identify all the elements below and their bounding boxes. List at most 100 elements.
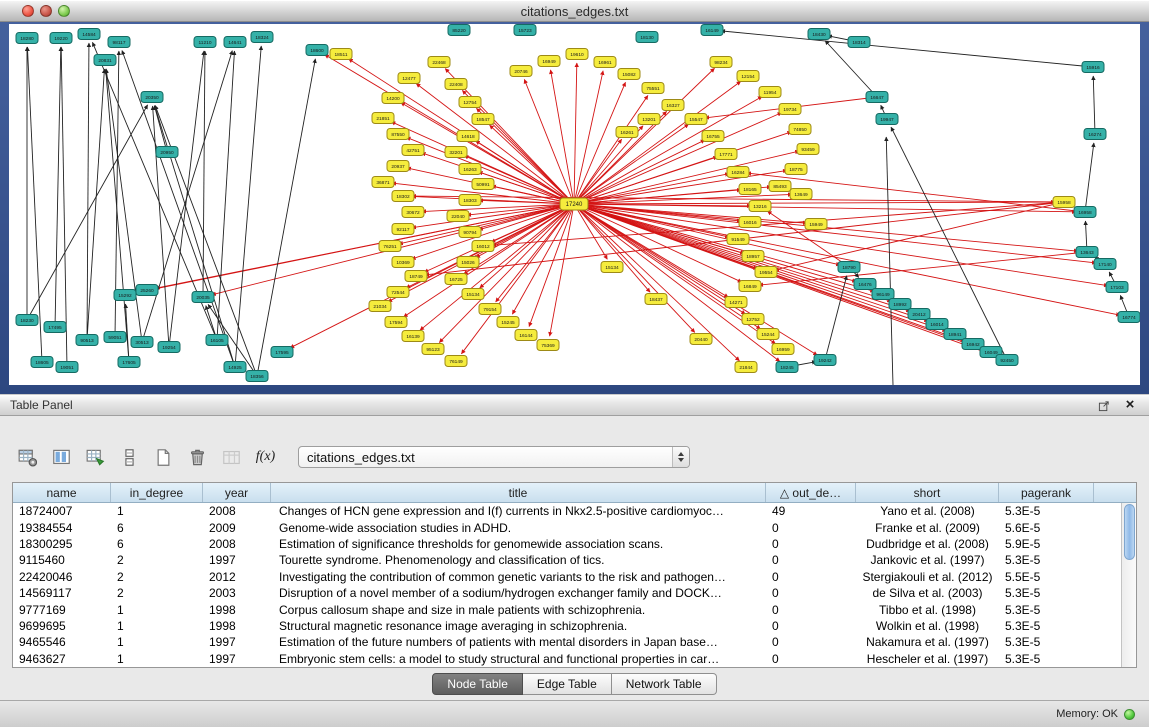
table-row[interactable]: 1872400712008Changes of HCN gene express… [13, 503, 1121, 519]
function-builder-button[interactable]: f(x) [252, 443, 279, 471]
network-node[interactable]: 11210 [194, 37, 216, 48]
table-row[interactable]: 2242004622012Investigating the contribut… [13, 569, 1121, 585]
network-node[interactable]: 19220 [50, 33, 72, 44]
network-node[interactable]: 18605 [31, 357, 53, 368]
network-node[interactable]: 18303 [459, 195, 481, 206]
network-node[interactable]: 20035 [192, 292, 214, 303]
scrollbar-thumb[interactable] [1124, 504, 1135, 560]
network-node[interactable]: 17771 [715, 149, 737, 160]
table-row[interactable]: 969969511998Structural magnetic resonanc… [13, 618, 1121, 634]
network-node[interactable]: 18992 [889, 299, 911, 310]
network-node[interactable]: 16016 [739, 217, 761, 228]
network-node[interactable]: 16139 [402, 331, 424, 342]
network-node[interactable]: 96149 [872, 289, 894, 300]
table-selector-combobox[interactable]: citations_edges.txt [298, 446, 690, 468]
network-node[interactable]: 12154 [737, 71, 759, 82]
network-node[interactable]: 42751 [402, 145, 424, 156]
network-node[interactable]: 22468 [428, 57, 450, 68]
network-node[interactable]: 18511 [330, 49, 352, 60]
rows-button[interactable] [116, 443, 143, 471]
column-header-title[interactable]: title [271, 483, 766, 502]
network-node[interactable]: 59051 [104, 332, 126, 343]
network-node[interactable]: 19254 [158, 342, 180, 353]
network-node[interactable]: 18957 [742, 251, 764, 262]
network-node[interactable]: 19554 [755, 267, 777, 278]
network-node[interactable]: 98234 [710, 57, 732, 68]
network-node[interactable]: 16149 [701, 25, 723, 36]
table-row[interactable]: 977716911998Corpus callosum shape and si… [13, 601, 1121, 617]
network-node[interactable]: 16959 [772, 344, 794, 355]
network-node[interactable]: 16274 [1084, 129, 1106, 140]
column-header-in_degree[interactable]: in_degree [111, 483, 203, 502]
network-node[interactable]: 18430 [808, 29, 830, 40]
network-node[interactable]: 20746 [510, 66, 532, 77]
network-node[interactable]: 90794 [459, 227, 481, 238]
network-node[interactable]: 13649 [790, 189, 812, 200]
network-node[interactable]: 22408 [445, 79, 467, 90]
network-node[interactable]: 12754 [459, 97, 481, 108]
network-node[interactable]: 20440 [690, 334, 712, 345]
network-node[interactable]: 14200 [382, 93, 404, 104]
network-node[interactable]: 16725 [445, 274, 467, 285]
network-node[interactable]: 74850 [789, 124, 811, 135]
table-row[interactable]: 946362711997Embryonic stem cells: a mode… [13, 651, 1121, 667]
network-node[interactable]: 19734 [779, 104, 801, 115]
network-node[interactable]: 16949 [538, 56, 560, 67]
new-file-button[interactable] [150, 443, 177, 471]
network-node[interactable]: 16263 [459, 164, 481, 175]
network-node[interactable]: 15916 [1082, 62, 1104, 73]
network-node[interactable]: 16327 [662, 100, 684, 111]
network-node[interactable]: 32201 [445, 147, 467, 158]
network-node[interactable]: 17605 [118, 357, 140, 368]
network-node[interactable]: 14271 [725, 297, 747, 308]
network-node[interactable]: 17495 [44, 322, 66, 333]
network-node[interactable]: 18547 [472, 114, 494, 125]
network-node[interactable]: 13201 [638, 114, 660, 125]
network-node[interactable]: 19051 [56, 362, 78, 373]
network-node[interactable]: 13216 [749, 201, 771, 212]
network-node[interactable]: 36871 [372, 177, 394, 188]
network-node[interactable]: 15547 [685, 114, 707, 125]
network-node[interactable]: 92117 [392, 224, 414, 235]
network-node[interactable]: 13643 [1076, 247, 1098, 258]
network-node[interactable]: 79154 [479, 304, 501, 315]
table-row[interactable]: 946554611997Estimation of the future num… [13, 634, 1121, 650]
network-node[interactable]: 12752 [742, 314, 764, 325]
network-node[interactable]: 18356 [246, 371, 268, 382]
network-node[interactable]: 11954 [759, 87, 781, 98]
network-node[interactable]: 14584 [78, 29, 100, 40]
tab-network-table[interactable]: Network Table [612, 673, 717, 695]
network-node[interactable]: 16261 [616, 127, 638, 138]
column-header-short[interactable]: short [856, 483, 999, 502]
network-node[interactable]: 87550 [387, 129, 409, 140]
network-node[interactable]: 16755 [702, 131, 724, 142]
network-node[interactable]: 18165 [739, 184, 761, 195]
network-node[interactable]: 17594 [385, 317, 407, 328]
network-node[interactable]: 16105 [206, 335, 228, 346]
delete-button[interactable] [184, 443, 211, 471]
network-node[interactable]: 30672 [402, 207, 424, 218]
network-node[interactable]: 95123 [422, 344, 444, 355]
import-table-button-disabled[interactable] [218, 443, 245, 471]
network-node[interactable]: 91549 [727, 234, 749, 245]
network-node[interactable]: 15949 [805, 219, 827, 230]
zoom-window-button[interactable] [58, 5, 70, 17]
table-row[interactable]: 1938455462009Genome-wide association stu… [13, 519, 1121, 535]
column-header-name[interactable]: name [13, 483, 111, 502]
edit-table-button[interactable] [82, 443, 109, 471]
network-node[interactable]: 18437 [645, 294, 667, 305]
tab-edge-table[interactable]: Edge Table [523, 673, 612, 695]
table-settings-button[interactable] [14, 443, 41, 471]
close-window-button[interactable] [22, 5, 34, 17]
network-node[interactable]: 14618 [457, 131, 479, 142]
column-header-year[interactable]: year [203, 483, 271, 502]
network-node[interactable]: 16144 [515, 330, 537, 341]
network-node[interactable]: 16014 [926, 319, 948, 330]
network-canvas[interactable]: 2246812477142002185187550427512093736871… [9, 24, 1140, 385]
network-node[interactable]: 16284 [727, 167, 749, 178]
network-node[interactable]: 93459 [797, 144, 819, 155]
network-node[interactable]: 76149 [445, 356, 467, 367]
network-node[interactable]: 18245 [776, 362, 798, 373]
network-node[interactable]: 25260 [136, 285, 158, 296]
network-node[interactable]: 15958 [1053, 197, 1075, 208]
